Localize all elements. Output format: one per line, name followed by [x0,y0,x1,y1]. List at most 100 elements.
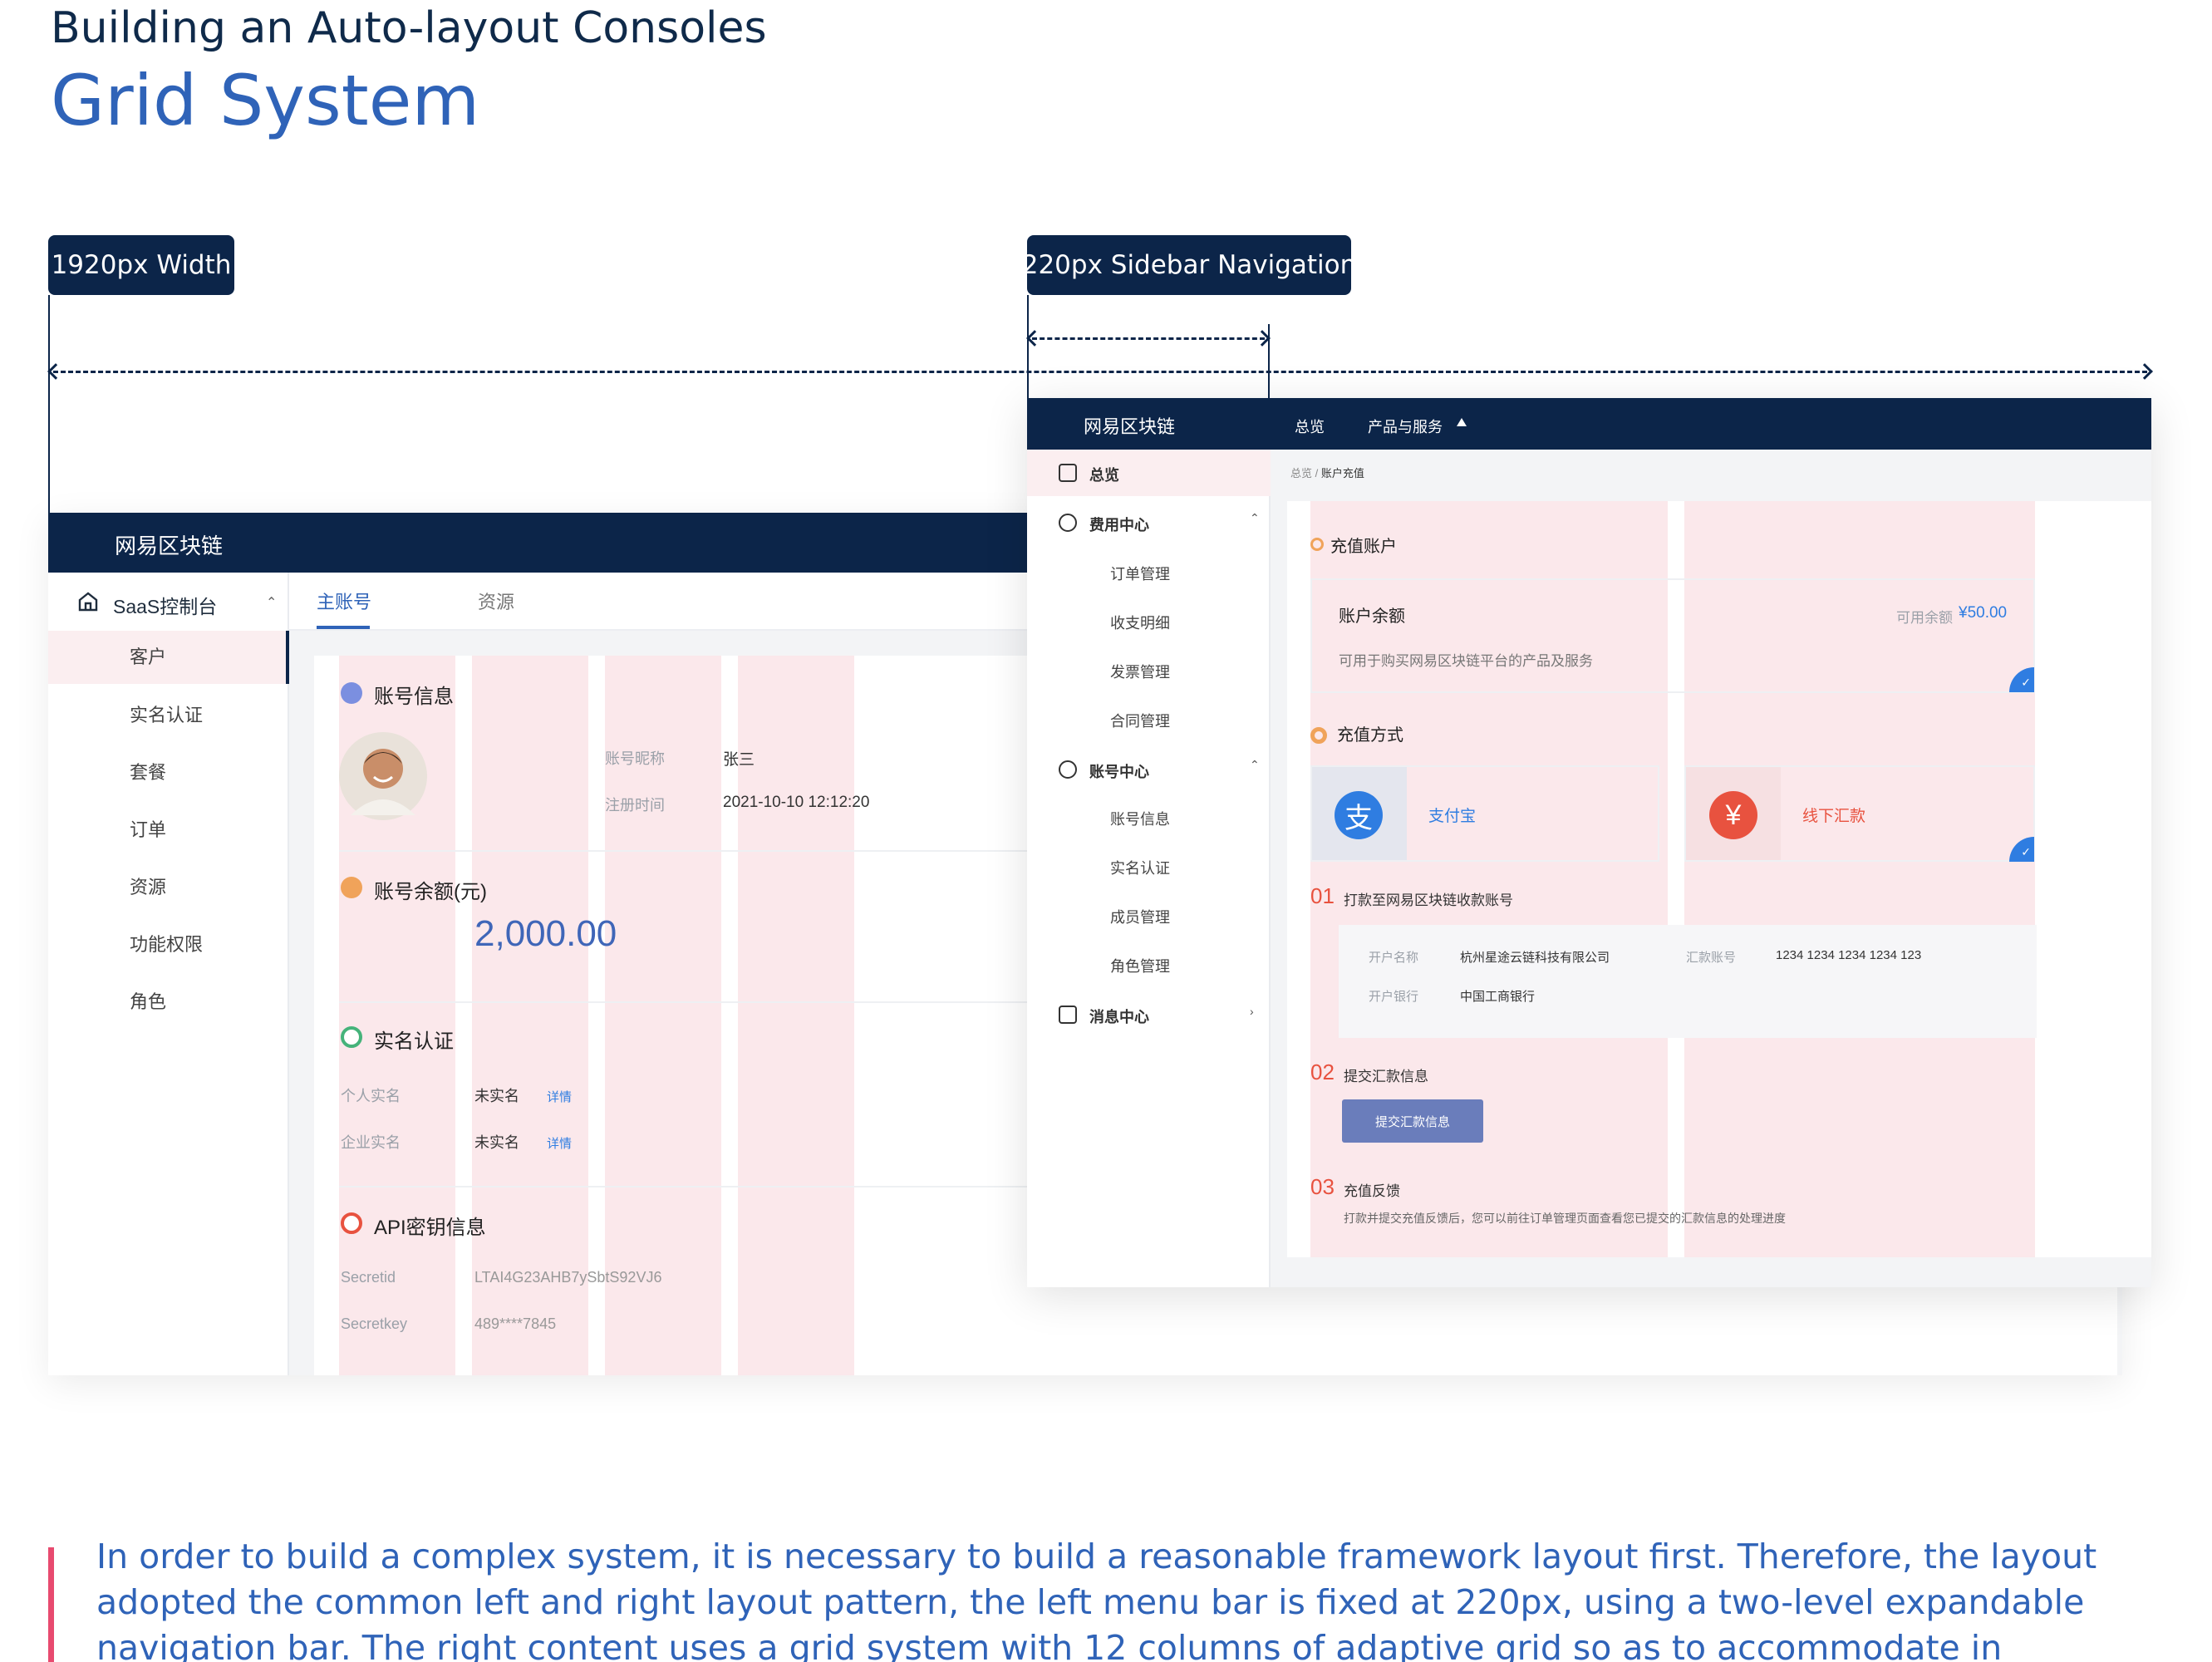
key-icon [341,1212,362,1234]
grid-column [738,656,854,1375]
breadcrumb-separator: / [1315,467,1319,479]
message-icon [1059,1006,1077,1024]
brand-logo[interactable]: 网易区块链 [1084,412,1175,439]
home-icon [78,592,98,612]
sidebar-item-orders[interactable]: 订单管理 [1110,563,1170,584]
brand-logo[interactable]: 网易区块链 [115,529,223,560]
balance-amount: 2,000.00 [474,913,617,954]
section-title-api: API密钥信息 [374,1217,486,1239]
main-content: 总览 / 账户充值 充值账户 账户余额 可用余额 ¥50.00 可用于购买网易区… [1271,450,2151,1287]
caret-up-icon [1457,418,1467,426]
remit-label: 汇款账号 [1686,951,1737,965]
sidebar-item-customer[interactable]: 客户 [48,631,289,684]
sidebar-item-contracts[interactable]: 合同管理 [1110,710,1170,731]
sidebar-item-resources[interactable]: 资源 [48,861,289,914]
chevron-up-icon: ⌃ [266,596,278,610]
sidebar-item-package[interactable]: 套餐 [48,746,289,799]
section-title-recharge: 充值账户 [1330,538,1397,556]
secret-key-label: Secretkey [341,1315,408,1332]
alipay-label: 支付宝 [1428,808,1477,825]
sidebar-group-label: SaaS控制台 [113,596,218,617]
user-circle-icon [1059,760,1077,779]
arrow-left-icon [1026,330,1043,347]
bank-label: 开户银行 [1369,990,1419,1004]
nav-products-services[interactable]: 产品与服务 [1368,416,1443,437]
sidebar-item-verify[interactable]: 实名认证 [1110,857,1170,878]
sidebar-item-account-info[interactable]: 账号信息 [1110,808,1170,829]
width-guide-line [48,295,50,513]
sidebar-group-messages[interactable]: 消息中心 › [1027,991,1271,1038]
sidebar-item-permissions[interactable]: 功能权限 [48,918,289,971]
personal-verify-label: 个人实名 [341,1088,401,1104]
page-title: Grid System [51,60,480,141]
sidebar-item-verify[interactable]: 实名认证 [48,689,289,742]
section-title-balance: 账号余额(元) [374,881,487,903]
balance-box [1310,578,2035,693]
sidebar-group-label: 账号中心 [1089,764,1149,780]
sidebar-group-saas[interactable]: SaaS控制台 ⌃ [48,573,289,631]
offline-label: 线下汇款 [1802,808,1866,825]
description-text: In order to build a complex system, it i… [96,1537,2097,1662]
right-console: 网易区块链 总览 产品与服务 总览 费用中心 ⌃ 订单管理 收支明细 发票管理 … [1027,398,2151,1287]
available-value: ¥50.00 [1959,604,2008,622]
nickname-value: 张三 [723,751,755,769]
breadcrumb: 总览 / 账户充值 [1290,465,1364,480]
step-3-text: 充值反馈 [1344,1183,1400,1199]
submit-remittance-button[interactable]: 提交汇款信息 [1342,1099,1483,1143]
alipay-icon: 支 [1335,791,1383,839]
personal-verify-detail-link[interactable]: 详情 [547,1088,572,1105]
section-title-method: 充值方式 [1337,726,1403,745]
user-icon [341,682,362,704]
step-1-text: 打款至网易区块链收款账号 [1344,892,1513,908]
sidebar-group-label: 消息中心 [1089,1009,1149,1025]
sidebar-item-members[interactable]: 成员管理 [1110,906,1170,927]
breadcrumb-current: 账户充值 [1320,467,1364,479]
sidebar-item-roles[interactable]: 角色 [48,976,289,1029]
account-name-label: 开户名称 [1369,951,1419,965]
step-2-number: 02 [1310,1060,1335,1084]
sidebar-item-overview[interactable]: 总览 [1027,450,1271,496]
yen-circle-icon [1059,514,1077,532]
chevron-right-icon: › [1250,1005,1254,1018]
yen-icon: ¥ [1709,791,1757,839]
company-verify-value: 未实名 [474,1134,519,1151]
page-subtitle: Building an Auto-layout Consoles [51,3,767,53]
nickname-label: 账号昵称 [605,750,665,767]
sidebar-item-orders[interactable]: 订单 [48,804,289,857]
secret-key-value: 489****7845 [474,1315,557,1332]
sidebar-group-fee[interactable]: 费用中心 ⌃ [1027,499,1271,546]
recharge-card: 充值账户 账户余额 可用余额 ¥50.00 可用于购买网易区块链平台的产品及服务… [1287,501,2151,1257]
arrow-left-icon [47,363,64,380]
balance-description: 可用于购买网易区块链平台的产品及服务 [1339,653,1593,669]
chevron-up-icon: ⌃ [1250,511,1260,524]
sidebar-item-label: 总览 [1089,467,1119,484]
personal-verify-value: 未实名 [474,1088,519,1104]
ring-icon [1310,538,1324,551]
sidebar-group-account[interactable]: 账号中心 ⌃ [1027,746,1271,793]
sidebar-item-invoices[interactable]: 发票管理 [1110,661,1170,682]
tab-main-account[interactable]: 主账号 [317,588,371,629]
sidebar-dimension-line [1032,337,1265,340]
reg-time-value: 2021-10-10 12:12:20 [723,794,870,811]
width-dimension-line [53,371,2147,373]
top-bar: 网易区块链 总览 产品与服务 [1027,398,2151,450]
nav-overview[interactable]: 总览 [1295,416,1325,437]
sidebar-guide-line-left [1027,295,1029,398]
arrow-right-icon [2136,363,2153,380]
balance-label: 账户余额 [1339,607,1405,626]
width-tag: 1920px Width [48,235,234,295]
sidebar-item-transactions[interactable]: 收支明细 [1110,612,1170,633]
step-2-text: 提交汇款信息 [1344,1069,1428,1084]
account-name-value: 杭州星途云链科技有限公司 [1460,951,1610,965]
grid-column [472,656,588,1375]
company-verify-label: 企业实名 [341,1134,401,1151]
reg-time-label: 注册时间 [605,797,665,814]
secret-id-value: LTAI4G23AHB7ySbtS92VJ6 [474,1269,662,1286]
sidebar-item-roles[interactable]: 角色管理 [1110,955,1170,976]
tab-resources[interactable]: 资源 [478,588,514,614]
secret-id-label: Secretid [341,1269,396,1286]
breadcrumb-root[interactable]: 总览 [1290,467,1312,479]
sidebar-group-label: 费用中心 [1089,517,1149,534]
company-verify-detail-link[interactable]: 详情 [547,1134,572,1152]
step-1-number: 01 [1310,883,1335,908]
